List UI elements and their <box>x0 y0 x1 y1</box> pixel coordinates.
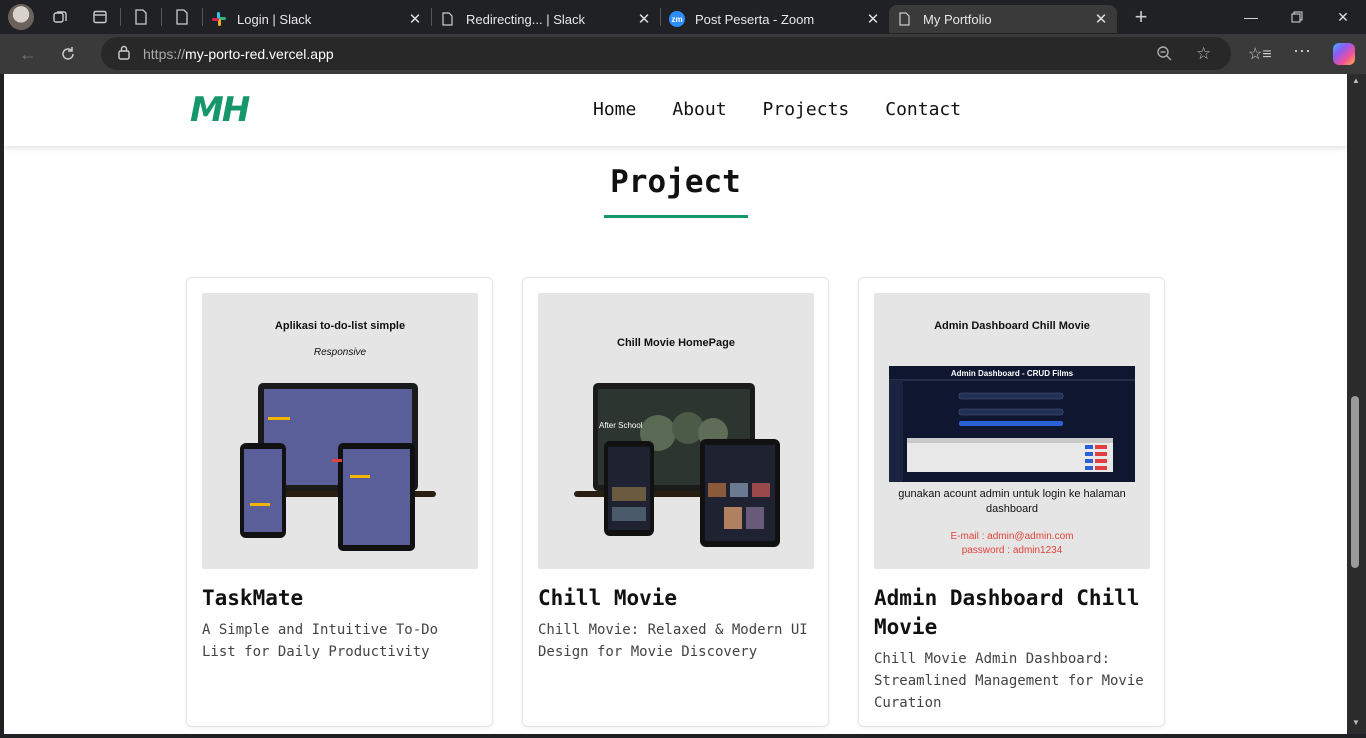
page-icon <box>897 11 913 27</box>
project-title[interactable]: Admin Dashboard Chill Movie <box>874 584 1154 642</box>
tab-my-portfolio[interactable]: My Portfolio ✕ <box>889 5 1117 33</box>
lock-icon[interactable] <box>117 45 131 63</box>
restore-icon[interactable] <box>1274 0 1320 34</box>
nav-link-about[interactable]: About <box>672 99 726 120</box>
pinned-tab-page-icon[interactable] <box>162 0 202 34</box>
profile-avatar[interactable] <box>8 4 34 30</box>
copilot-icon[interactable] <box>1333 43 1355 65</box>
close-tab-icon[interactable]: ✕ <box>1093 10 1109 28</box>
close-tab-icon[interactable]: ✕ <box>865 10 881 28</box>
tab-slack-redirecting[interactable]: Redirecting... | Slack ✕ <box>432 5 660 33</box>
close-window-icon[interactable]: ✕ <box>1320 0 1366 34</box>
device-mockup-image <box>240 383 436 551</box>
back-icon[interactable]: ← <box>8 34 48 74</box>
zoom-icon: zm <box>669 11 685 27</box>
project-thumbnail[interactable]: Aplikasi to-do-list simple Responsive <box>202 293 478 569</box>
workspaces-icon[interactable] <box>40 0 80 34</box>
thumbnail-heading: Admin Dashboard Chill Movie <box>934 320 1090 332</box>
site-nav: Home About Projects Contact <box>593 99 961 120</box>
login-note: gunakan acount admin untuk login ke hala… <box>898 488 1126 515</box>
address-input[interactable]: https://my-porto-red.vercel.app ☆ <box>101 37 1231 70</box>
title-underline <box>604 215 748 218</box>
project-thumbnail[interactable]: Admin Dashboard Chill Movie Admin Dashbo… <box>874 293 1150 569</box>
page-icon <box>440 11 456 27</box>
project-card-taskmate[interactable]: Aplikasi to-do-list simple Responsive Ta… <box>186 277 493 727</box>
more-menu-icon[interactable]: ⋯ <box>1293 41 1311 62</box>
nav-link-contact[interactable]: Contact <box>885 99 961 120</box>
site-header: MH Home About Projects Contact <box>4 74 1347 146</box>
project-description: Chill Movie Admin Dashboard: Streamlined… <box>874 651 1144 711</box>
tab-title: My Portfolio <box>923 11 992 27</box>
site-logo[interactable]: MH <box>190 90 250 130</box>
page-viewport: MH Home About Projects Contact Project A… <box>4 74 1347 734</box>
dashboard-screenshot: Admin Dashboard - CRUD Films <box>889 366 1135 482</box>
slack-icon <box>211 11 227 27</box>
nav-link-projects[interactable]: Projects <box>763 99 850 120</box>
tab-title: Post Peserta - Zoom <box>695 11 815 27</box>
new-tab-icon[interactable]: + <box>1121 0 1161 34</box>
tab-title: Redirecting... | Slack <box>466 11 585 27</box>
refresh-icon[interactable] <box>48 34 88 74</box>
project-card-admin-dashboard[interactable]: Admin Dashboard Chill Movie Admin Dashbo… <box>858 277 1165 727</box>
scrollbar-thumb[interactable] <box>1351 396 1359 568</box>
address-bar-row: ← https://my-porto-red.vercel.app ☆ ☆≡ ⋯ <box>0 34 1366 74</box>
project-title[interactable]: TaskMate <box>202 584 482 613</box>
nav-link-home[interactable]: Home <box>593 99 636 120</box>
project-description: A Simple and Intuitive To-Do List for Da… <box>202 622 439 660</box>
zoom-out-icon[interactable] <box>1156 45 1172 64</box>
login-email: E-mail : admin@admin.com <box>950 531 1074 542</box>
section-title: Project <box>610 164 741 200</box>
close-tab-icon[interactable]: ✕ <box>636 10 652 28</box>
device-mockup-image <box>574 383 780 547</box>
project-thumbnail[interactable]: Chill Movie HomePage After School <box>538 293 814 569</box>
project-title[interactable]: Chill Movie <box>538 584 818 613</box>
favorite-star-icon[interactable]: ☆ <box>1196 44 1211 64</box>
scroll-up-icon[interactable]: ▲ <box>1352 76 1360 85</box>
scroll-down-icon[interactable]: ▼ <box>1352 718 1360 727</box>
tab-strip: Login | Slack ✕ Redirecting... | Slack ✕… <box>0 0 1366 34</box>
url-text: https://my-porto-red.vercel.app <box>143 45 334 62</box>
vertical-tabs-icon[interactable] <box>80 0 120 34</box>
login-password: password : admin1234 <box>961 545 1063 556</box>
close-tab-icon[interactable]: ✕ <box>407 10 423 28</box>
pinned-tab-page-icon[interactable] <box>121 0 161 34</box>
favorites-icon[interactable]: ☆≡ <box>1248 44 1272 64</box>
project-card-chill-movie[interactable]: Chill Movie HomePage After School Chill … <box>522 277 829 727</box>
tab-slack-login[interactable]: Login | Slack ✕ <box>203 5 431 33</box>
hero-text: After School <box>599 421 643 430</box>
tab-zoom[interactable]: zm Post Peserta - Zoom ✕ <box>661 5 889 33</box>
page-scrollbar[interactable]: ▲ ▼ <box>1347 74 1366 734</box>
minimize-icon[interactable]: — <box>1228 0 1274 34</box>
project-description: Chill Movie: Relaxed & Modern UI Design … <box>538 622 808 660</box>
tab-title: Login | Slack <box>237 11 312 27</box>
